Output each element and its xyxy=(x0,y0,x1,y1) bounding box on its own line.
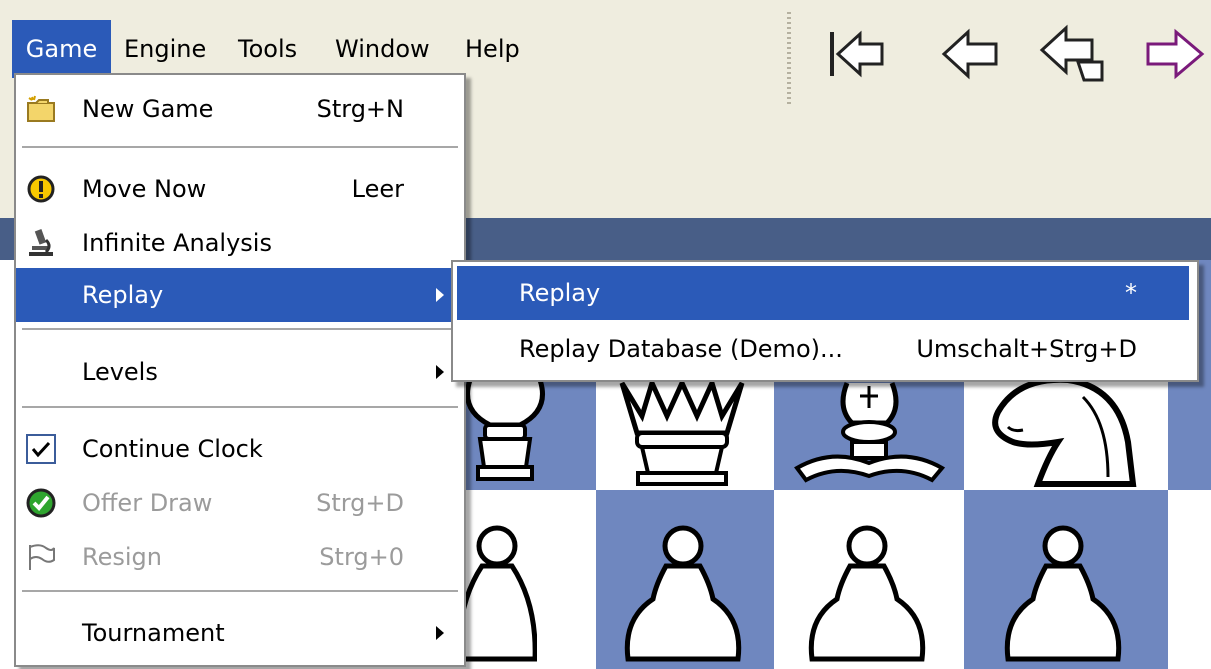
menu-item-replay[interactable]: Replay xyxy=(16,268,464,322)
menu-item-continue-clock[interactable]: Continue Clock xyxy=(16,422,464,476)
menu-separator xyxy=(22,328,458,330)
white-bishop-piece[interactable] xyxy=(792,378,947,492)
exclamation-icon xyxy=(26,174,56,204)
forward-icon[interactable] xyxy=(1140,22,1205,86)
menu-item-levels[interactable]: Levels xyxy=(16,345,464,399)
white-king-piece[interactable] xyxy=(450,375,560,494)
menu-item-shortcut: Umschalt+Strg+D xyxy=(916,335,1137,363)
menu-item-label: Levels xyxy=(82,358,158,386)
menu-item-label: Move Now xyxy=(82,175,207,203)
menu-item-tournament[interactable]: Tournament xyxy=(16,606,464,660)
game-menu: New Game Strg+N Move Now Leer Infinite A… xyxy=(14,73,466,667)
menu-item-label: Resign xyxy=(82,543,162,571)
toolbar-separator xyxy=(787,12,791,104)
white-pawn-piece[interactable] xyxy=(802,524,932,668)
white-pawn-piece[interactable] xyxy=(456,524,538,668)
menu-item-label: New Game xyxy=(82,95,214,123)
menu-window[interactable]: Window xyxy=(335,20,430,78)
menu-separator xyxy=(22,406,458,408)
menu-item-resign[interactable]: Resign Strg+0 xyxy=(16,530,464,584)
white-knight-piece[interactable] xyxy=(978,372,1153,494)
menu-item-label: Offer Draw xyxy=(82,489,213,517)
menu-separator xyxy=(22,590,458,592)
replay-submenu: Replay * Replay Database (Demo)... Umsch… xyxy=(451,260,1199,382)
menu-item-label: Tournament xyxy=(82,619,225,647)
menu-item-shortcut: Strg+0 xyxy=(319,543,404,571)
menu-item-offer-draw[interactable]: Offer Draw Strg+D xyxy=(16,476,464,530)
menu-item-label: Infinite Analysis xyxy=(82,229,272,257)
green-check-icon xyxy=(26,488,56,518)
menu-item-label: Replay Database (Demo)... xyxy=(519,335,843,363)
menu-engine[interactable]: Engine xyxy=(124,20,206,78)
go-to-start-icon[interactable] xyxy=(824,22,888,86)
menu-item-label: Replay xyxy=(519,279,601,307)
menu-item-shortcut: Strg+N xyxy=(316,95,404,123)
submenu-arrow-icon xyxy=(436,365,444,379)
menu-help[interactable]: Help xyxy=(465,20,520,78)
white-pawn-piece[interactable] xyxy=(998,524,1128,668)
menu-item-move-now[interactable]: Move Now Leer xyxy=(16,162,464,216)
new-folder-icon xyxy=(26,94,56,124)
submenu-arrow-icon xyxy=(436,626,444,640)
checkbox-checked-icon xyxy=(26,434,56,464)
menu-separator xyxy=(22,146,458,148)
submenu-item-replay-database[interactable]: Replay Database (Demo)... Umschalt+Strg+… xyxy=(457,322,1189,376)
menu-item-new-game[interactable]: New Game Strg+N xyxy=(16,82,464,136)
menu-tools[interactable]: Tools xyxy=(238,20,297,78)
menu-item-infinite-analysis[interactable]: Infinite Analysis xyxy=(16,216,464,270)
menu-game[interactable]: Game xyxy=(12,20,111,78)
white-pawn-piece[interactable] xyxy=(618,524,748,668)
menu-item-shortcut: * xyxy=(1125,279,1137,307)
menu-item-shortcut: Leer xyxy=(351,175,404,203)
flag-icon xyxy=(26,542,56,572)
white-queen-piece[interactable] xyxy=(612,375,752,492)
back-icon[interactable] xyxy=(938,22,1002,86)
menu-item-label: Replay xyxy=(82,281,164,309)
submenu-arrow-icon xyxy=(436,288,444,302)
menu-item-label: Continue Clock xyxy=(82,435,263,463)
submenu-item-replay[interactable]: Replay * xyxy=(457,266,1189,320)
menu-item-shortcut: Strg+D xyxy=(316,489,404,517)
board-square[interactable] xyxy=(1168,490,1211,669)
microscope-icon xyxy=(26,228,56,258)
take-back-icon[interactable] xyxy=(1036,22,1104,86)
